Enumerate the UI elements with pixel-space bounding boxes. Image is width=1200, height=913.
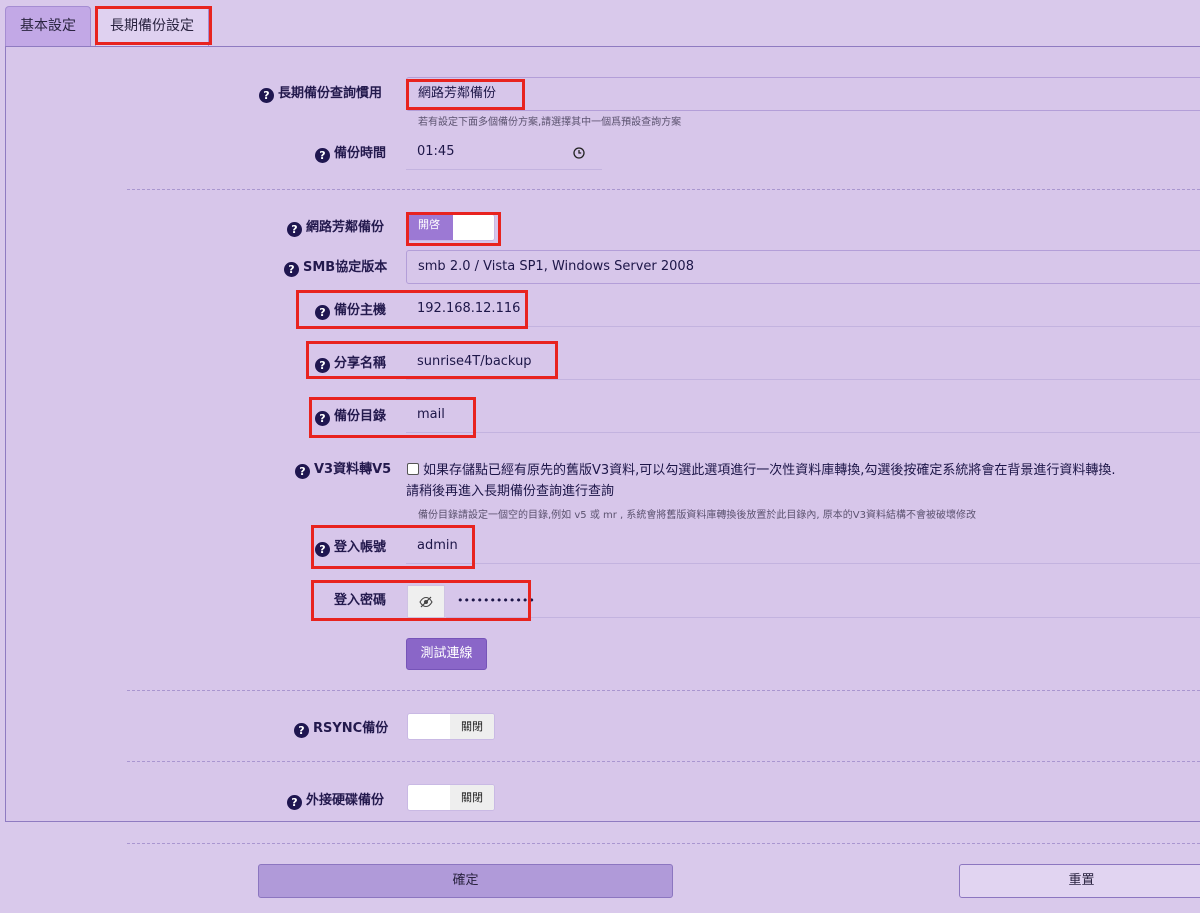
archive-settings-page: 基本設定 長期備份設定 ? 長期備份查詢慣用 網路芳鄰備份 若有設定下面多個備份方… — [0, 0, 1200, 913]
backup-dir-input[interactable]: mail — [406, 399, 1200, 433]
section-divider — [127, 690, 1200, 691]
test-connection-button[interactable]: 測試連線 — [406, 638, 487, 670]
question-icon[interactable]: ? — [287, 222, 302, 237]
toggle-off-label: 關閉 — [450, 785, 494, 810]
question-icon[interactable]: ? — [294, 723, 309, 738]
v3-to-v5-description-line2: 請稍後再進入長期備份查詢進行查詢 — [406, 484, 615, 499]
backup-time-label: ? 備份時間 — [315, 145, 386, 163]
highlight-query-preference — [406, 79, 525, 110]
smb-version-select[interactable]: smb 2.0 / Vista SP1, Windows Server 2008 — [406, 250, 1200, 284]
v3-to-v5-description: 如果存儲點已經有原先的舊版V3資料,可以勾選此選項進行一次性資料庫轉換,勾選後按… — [423, 463, 1116, 478]
external-disk-backup-label-text: 外接硬碟備份 — [306, 793, 385, 808]
toggle-off-label: 關閉 — [450, 714, 494, 739]
backup-time-value: 01:45 — [417, 144, 455, 159]
section-divider — [127, 761, 1200, 762]
highlight-backup-host — [296, 290, 528, 329]
section-divider — [127, 189, 1200, 190]
query-preference-label: ? 長期備份查詢慣用 — [259, 85, 382, 103]
v3-to-v5-checkbox[interactable] — [407, 463, 419, 475]
question-icon[interactable]: ? — [315, 148, 330, 163]
question-icon[interactable]: ? — [284, 262, 299, 277]
network-backup-label-text: 網路芳鄰備份 — [306, 220, 385, 235]
clock-icon[interactable] — [573, 147, 585, 159]
external-disk-backup-toggle[interactable]: 關閉 — [407, 784, 495, 811]
highlight-login-password — [311, 580, 531, 621]
highlight-network-backup-toggle — [406, 212, 501, 246]
highlight-tab-archive — [95, 6, 212, 45]
smb-version-label: ? SMB協定版本 — [284, 259, 387, 277]
highlight-share-name — [306, 341, 558, 379]
query-preference-hint: 若有設定下面多個備份方案,請選擇其中一個爲預設查詢方案 — [418, 117, 682, 128]
highlight-backup-dir — [309, 397, 476, 438]
section-divider — [127, 843, 1200, 844]
highlight-login-account — [311, 525, 475, 569]
v3-to-v5-label-text: V3資料轉V5 — [314, 462, 392, 477]
login-password-input[interactable]: •••••••••••• — [446, 585, 1200, 618]
network-backup-label: ? 網路芳鄰備份 — [287, 219, 384, 237]
confirm-button[interactable]: 確定 — [258, 864, 673, 898]
question-icon[interactable]: ? — [295, 464, 310, 479]
rsync-backup-label: ? RSYNC備份 — [294, 720, 388, 738]
backup-time-input[interactable]: 01:45 — [406, 136, 602, 170]
tab-basic-settings[interactable]: 基本設定 — [5, 6, 91, 46]
v3-to-v5-label: ? V3資料轉V5 — [295, 461, 391, 479]
query-preference-label-text: 長期備份查詢慣用 — [278, 86, 383, 101]
smb-version-label-text: SMB協定版本 — [303, 260, 388, 275]
question-icon[interactable]: ? — [259, 88, 274, 103]
rsync-backup-label-text: RSYNC備份 — [313, 721, 389, 736]
query-preference-select[interactable]: 網路芳鄰備份 — [406, 77, 1200, 111]
external-disk-backup-label: ? 外接硬碟備份 — [287, 792, 384, 810]
login-account-input[interactable]: admin — [406, 530, 1200, 564]
reset-button[interactable]: 重置 — [959, 864, 1200, 898]
settings-panel — [5, 46, 1200, 822]
rsync-backup-toggle[interactable]: 關閉 — [407, 713, 495, 740]
question-icon[interactable]: ? — [287, 795, 302, 810]
v3-to-v5-hint: 備份目錄請設定一個空的目錄,例如 v5 或 mr , 系統會將舊版資料庫轉換後放… — [418, 510, 976, 521]
backup-time-label-text: 備份時間 — [334, 146, 387, 161]
